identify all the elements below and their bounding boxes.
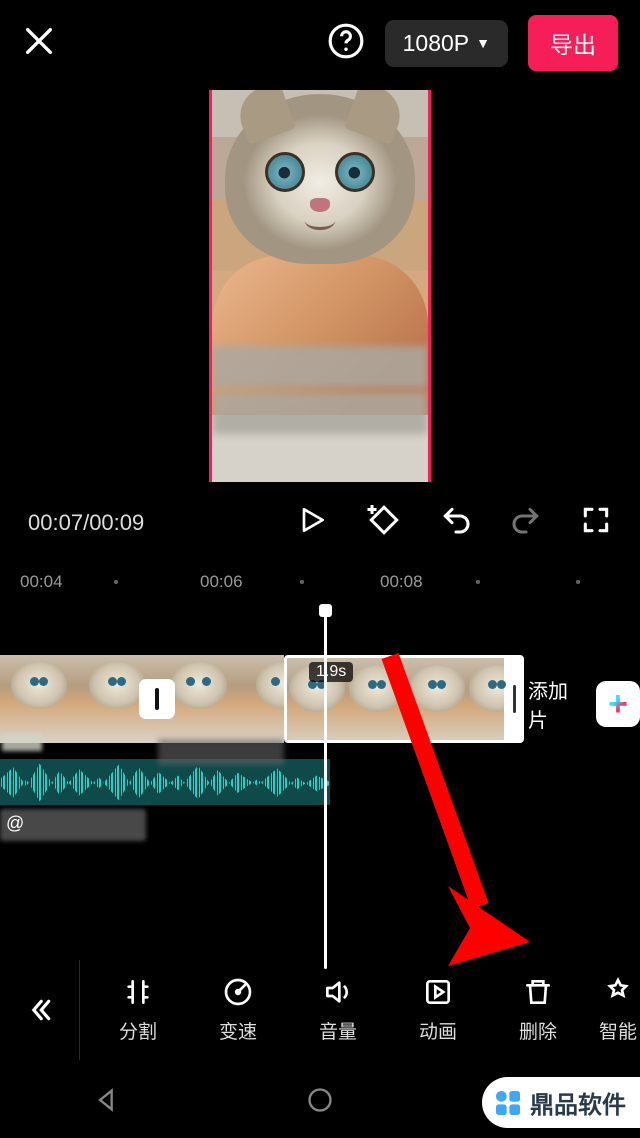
ruler-mark: 00:06 (200, 572, 243, 592)
add-segment-label: 添加片 (528, 675, 586, 733)
tool-animation[interactable]: 动画 (388, 976, 488, 1044)
tool-speed[interactable]: 变速 (188, 976, 288, 1044)
ruler-mark: 00:08 (380, 572, 423, 592)
tool-volume[interactable]: 音量 (288, 976, 388, 1044)
keyframe-add-button[interactable] (366, 502, 402, 543)
undo-button[interactable] (440, 504, 472, 541)
clip-selected[interactable]: 1.9s (284, 655, 524, 743)
tool-delete[interactable]: 删除 (488, 976, 588, 1044)
clip-unselected[interactable] (0, 655, 156, 743)
timeline[interactable]: 1.9s 添加片 + @ (0, 609, 640, 969)
watermark-logo-icon (492, 1087, 524, 1119)
resolution-label: 1080P (403, 30, 470, 57)
playhead[interactable] (324, 609, 327, 969)
fullscreen-button[interactable] (580, 504, 612, 541)
clip-duration-badge: 1.9s (309, 662, 353, 682)
tool-split[interactable]: 分割 (88, 976, 188, 1044)
audio-track[interactable] (0, 759, 330, 805)
resolution-selector[interactable]: 1080P ▼ (385, 20, 508, 67)
bottom-toolbar: 分割 变速 音量 动画 删除 智能 (0, 960, 640, 1060)
watermark-badge: 鼎品软件 (482, 1077, 640, 1128)
nav-back-button[interactable] (93, 1086, 121, 1119)
transition-button[interactable] (139, 679, 175, 719)
redo-button[interactable] (510, 504, 542, 541)
timeline-ruler[interactable]: 00:04 00:06 00:08 (0, 565, 640, 599)
tool-smart[interactable]: 智能 (588, 976, 640, 1044)
add-segment-button[interactable]: + (596, 681, 640, 727)
playback-row: 00:07/00:09 (0, 486, 640, 565)
preview-frame (209, 90, 431, 482)
close-button[interactable] (22, 24, 56, 63)
toolbar-back-button[interactable] (0, 960, 80, 1060)
help-icon[interactable] (327, 22, 365, 65)
chevron-down-icon: ▼ (476, 35, 490, 51)
clip-handle-right[interactable] (504, 655, 524, 743)
waveform-icon (0, 759, 330, 805)
top-bar: 1080P ▼ 导出 (0, 0, 640, 86)
time-display: 00:07/00:09 (28, 510, 144, 536)
ruler-mark: 00:04 (20, 572, 63, 592)
nav-home-button[interactable] (306, 1086, 334, 1119)
video-preview[interactable] (0, 86, 640, 486)
clip-unselected[interactable] (156, 655, 284, 743)
play-button[interactable] (296, 504, 328, 541)
export-button[interactable]: 导出 (528, 15, 618, 71)
